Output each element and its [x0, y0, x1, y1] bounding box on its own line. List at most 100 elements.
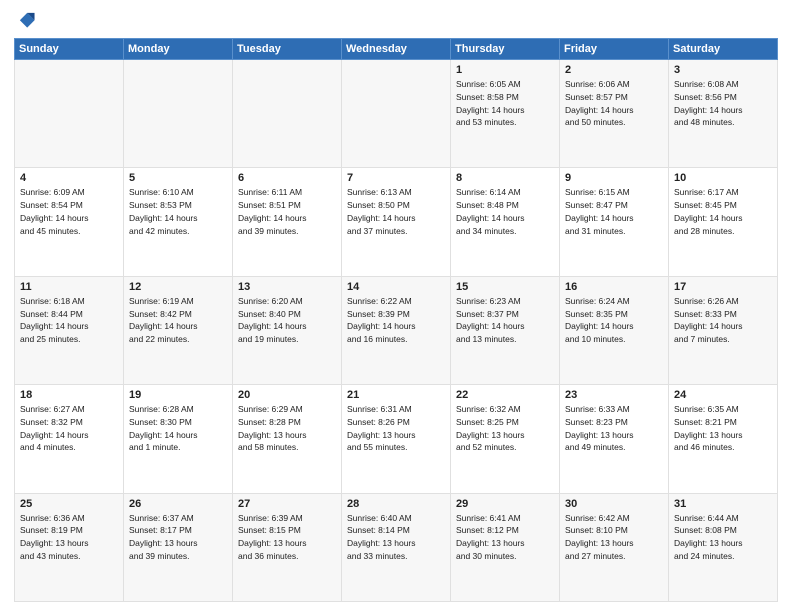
calendar-cell-3-3: 13 Sunrise: 6:20 AM Sunset: 8:40 PM Dayli…	[233, 276, 342, 384]
calendar-cell-5-5: 29 Sunrise: 6:41 AM Sunset: 8:12 PM Dayli…	[451, 493, 560, 601]
calendar-header: SundayMondayTuesdayWednesdayThursdayFrid…	[15, 39, 778, 60]
day-number: 9	[565, 172, 663, 184]
day-info: Sunrise: 6:31 AM Sunset: 8:26 PM Dayligh…	[347, 403, 445, 454]
calendar-cell-5-2: 26 Sunrise: 6:37 AM Sunset: 8:17 PM Dayli…	[124, 493, 233, 601]
header	[14, 10, 778, 32]
day-info: Sunrise: 6:05 AM Sunset: 8:58 PM Dayligh…	[456, 78, 554, 129]
day-info: Sunrise: 6:26 AM Sunset: 8:33 PM Dayligh…	[674, 295, 772, 346]
calendar-week-3: 11Sunrise: 6:18 AM Sunset: 8:44 PM Dayli…	[15, 276, 778, 384]
weekday-row: SundayMondayTuesdayWednesdayThursdayFrid…	[15, 39, 778, 60]
calendar-cell-2-6: 9 Sunrise: 6:15 AM Sunset: 8:47 PM Daylig…	[560, 168, 669, 276]
day-number: 8	[456, 172, 554, 184]
day-info: Sunrise: 6:19 AM Sunset: 8:42 PM Dayligh…	[129, 295, 227, 346]
calendar-cell-2-3: 6 Sunrise: 6:11 AM Sunset: 8:51 PM Daylig…	[233, 168, 342, 276]
calendar-cell-2-4: 7Sunrise: 6:13 AM Sunset: 8:50 PM Daylig…	[342, 168, 451, 276]
day-number: 18	[20, 389, 118, 401]
calendar-cell-2-1: 4 Sunrise: 6:09 AM Sunset: 8:54 PM Daylig…	[15, 168, 124, 276]
day-number: 15	[456, 281, 554, 293]
calendar-week-4: 18 Sunrise: 6:27 AM Sunset: 8:32 PM Dayli…	[15, 385, 778, 493]
calendar-cell-3-5: 15 Sunrise: 6:23 AM Sunset: 8:37 PM Dayli…	[451, 276, 560, 384]
day-info: Sunrise: 6:23 AM Sunset: 8:37 PM Dayligh…	[456, 295, 554, 346]
day-number: 26	[129, 498, 227, 510]
day-info: Sunrise: 6:39 AM Sunset: 8:15 PM Dayligh…	[238, 512, 336, 563]
calendar-week-2: 4 Sunrise: 6:09 AM Sunset: 8:54 PM Daylig…	[15, 168, 778, 276]
calendar-cell-4-3: 20Sunrise: 6:29 AM Sunset: 8:28 PM Dayli…	[233, 385, 342, 493]
calendar-cell-2-5: 8Sunrise: 6:14 AM Sunset: 8:48 PM Daylig…	[451, 168, 560, 276]
day-number: 31	[674, 498, 772, 510]
day-number: 5	[129, 172, 227, 184]
calendar-cell-1-5: 1 Sunrise: 6:05 AM Sunset: 8:58 PM Daylig…	[451, 60, 560, 168]
calendar-week-5: 25 Sunrise: 6:36 AM Sunset: 8:19 PM Dayli…	[15, 493, 778, 601]
day-number: 16	[565, 281, 663, 293]
calendar-cell-1-3	[233, 60, 342, 168]
day-number: 12	[129, 281, 227, 293]
calendar-body: 1 Sunrise: 6:05 AM Sunset: 8:58 PM Daylig…	[15, 60, 778, 602]
day-info: Sunrise: 6:10 AM Sunset: 8:53 PM Dayligh…	[129, 186, 227, 237]
day-number: 14	[347, 281, 445, 293]
day-number: 24	[674, 389, 772, 401]
calendar-cell-5-7: 31Sunrise: 6:44 AM Sunset: 8:08 PM Dayli…	[669, 493, 778, 601]
day-number: 23	[565, 389, 663, 401]
calendar-cell-5-1: 25 Sunrise: 6:36 AM Sunset: 8:19 PM Dayli…	[15, 493, 124, 601]
weekday-header-friday: Friday	[560, 39, 669, 60]
day-number: 13	[238, 281, 336, 293]
calendar-cell-1-7: 3 Sunrise: 6:08 AM Sunset: 8:56 PM Daylig…	[669, 60, 778, 168]
day-number: 20	[238, 389, 336, 401]
day-number: 4	[20, 172, 118, 184]
day-number: 3	[674, 64, 772, 76]
day-info: Sunrise: 6:36 AM Sunset: 8:19 PM Dayligh…	[20, 512, 118, 563]
day-info: Sunrise: 6:15 AM Sunset: 8:47 PM Dayligh…	[565, 186, 663, 237]
day-number: 21	[347, 389, 445, 401]
day-info: Sunrise: 6:42 AM Sunset: 8:10 PM Dayligh…	[565, 512, 663, 563]
day-number: 11	[20, 281, 118, 293]
calendar-cell-1-6: 2Sunrise: 6:06 AM Sunset: 8:57 PM Daylig…	[560, 60, 669, 168]
day-number: 10	[674, 172, 772, 184]
calendar-cell-5-6: 30 Sunrise: 6:42 AM Sunset: 8:10 PM Dayli…	[560, 493, 669, 601]
calendar-cell-2-2: 5 Sunrise: 6:10 AM Sunset: 8:53 PM Daylig…	[124, 168, 233, 276]
day-number: 1	[456, 64, 554, 76]
day-number: 6	[238, 172, 336, 184]
calendar-cell-4-1: 18 Sunrise: 6:27 AM Sunset: 8:32 PM Dayli…	[15, 385, 124, 493]
day-info: Sunrise: 6:35 AM Sunset: 8:21 PM Dayligh…	[674, 403, 772, 454]
logo	[14, 10, 38, 32]
calendar-week-1: 1 Sunrise: 6:05 AM Sunset: 8:58 PM Daylig…	[15, 60, 778, 168]
day-number: 22	[456, 389, 554, 401]
calendar-cell-3-1: 11Sunrise: 6:18 AM Sunset: 8:44 PM Dayli…	[15, 276, 124, 384]
day-info: Sunrise: 6:32 AM Sunset: 8:25 PM Dayligh…	[456, 403, 554, 454]
day-info: Sunrise: 6:37 AM Sunset: 8:17 PM Dayligh…	[129, 512, 227, 563]
weekday-header-sunday: Sunday	[15, 39, 124, 60]
calendar-cell-4-4: 21 Sunrise: 6:31 AM Sunset: 8:26 PM Dayli…	[342, 385, 451, 493]
day-number: 29	[456, 498, 554, 510]
day-info: Sunrise: 6:20 AM Sunset: 8:40 PM Dayligh…	[238, 295, 336, 346]
page: SundayMondayTuesdayWednesdayThursdayFrid…	[0, 0, 792, 612]
day-info: Sunrise: 6:27 AM Sunset: 8:32 PM Dayligh…	[20, 403, 118, 454]
weekday-header-saturday: Saturday	[669, 39, 778, 60]
calendar-cell-5-4: 28 Sunrise: 6:40 AM Sunset: 8:14 PM Dayli…	[342, 493, 451, 601]
day-info: Sunrise: 6:33 AM Sunset: 8:23 PM Dayligh…	[565, 403, 663, 454]
day-info: Sunrise: 6:22 AM Sunset: 8:39 PM Dayligh…	[347, 295, 445, 346]
day-number: 30	[565, 498, 663, 510]
weekday-header-wednesday: Wednesday	[342, 39, 451, 60]
calendar-cell-3-2: 12 Sunrise: 6:19 AM Sunset: 8:42 PM Dayli…	[124, 276, 233, 384]
day-number: 19	[129, 389, 227, 401]
day-info: Sunrise: 6:17 AM Sunset: 8:45 PM Dayligh…	[674, 186, 772, 237]
day-info: Sunrise: 6:41 AM Sunset: 8:12 PM Dayligh…	[456, 512, 554, 563]
calendar-cell-1-4	[342, 60, 451, 168]
calendar-cell-5-3: 27Sunrise: 6:39 AM Sunset: 8:15 PM Dayli…	[233, 493, 342, 601]
day-number: 28	[347, 498, 445, 510]
calendar-cell-2-7: 10 Sunrise: 6:17 AM Sunset: 8:45 PM Dayli…	[669, 168, 778, 276]
calendar-cell-4-6: 23 Sunrise: 6:33 AM Sunset: 8:23 PM Dayli…	[560, 385, 669, 493]
calendar-cell-4-7: 24 Sunrise: 6:35 AM Sunset: 8:21 PM Dayli…	[669, 385, 778, 493]
calendar-cell-4-5: 22 Sunrise: 6:32 AM Sunset: 8:25 PM Dayli…	[451, 385, 560, 493]
day-number: 17	[674, 281, 772, 293]
day-info: Sunrise: 6:11 AM Sunset: 8:51 PM Dayligh…	[238, 186, 336, 237]
calendar-cell-1-1	[15, 60, 124, 168]
day-info: Sunrise: 6:24 AM Sunset: 8:35 PM Dayligh…	[565, 295, 663, 346]
day-number: 25	[20, 498, 118, 510]
weekday-header-monday: Monday	[124, 39, 233, 60]
calendar-cell-3-4: 14 Sunrise: 6:22 AM Sunset: 8:39 PM Dayli…	[342, 276, 451, 384]
day-info: Sunrise: 6:40 AM Sunset: 8:14 PM Dayligh…	[347, 512, 445, 563]
day-info: Sunrise: 6:08 AM Sunset: 8:56 PM Dayligh…	[674, 78, 772, 129]
day-info: Sunrise: 6:09 AM Sunset: 8:54 PM Dayligh…	[20, 186, 118, 237]
calendar-cell-3-7: 17 Sunrise: 6:26 AM Sunset: 8:33 PM Dayli…	[669, 276, 778, 384]
